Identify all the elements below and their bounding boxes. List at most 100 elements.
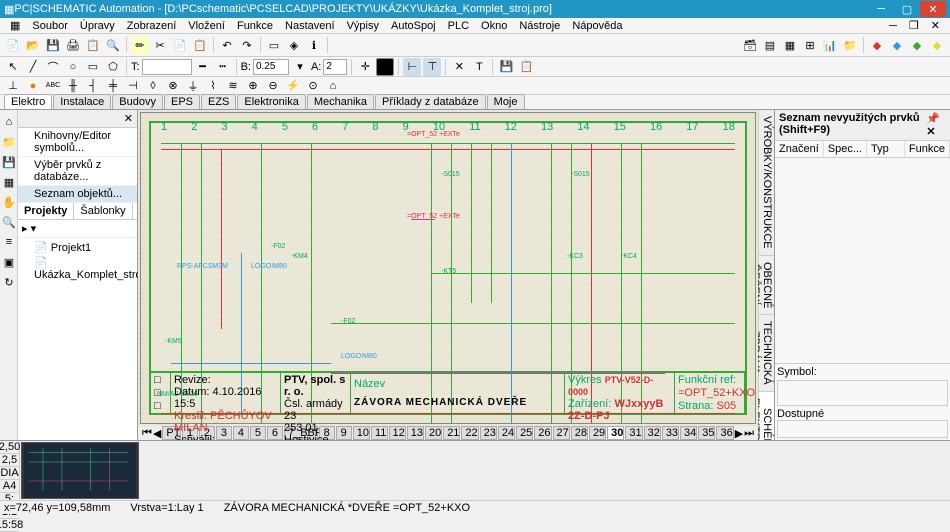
cut-icon[interactable]: ✂ xyxy=(151,36,169,54)
doc-minimize[interactable]: ─ xyxy=(883,20,903,32)
rtab-technicka[interactable]: TECHNICKÁ ZPRÁVA xyxy=(759,315,774,392)
sym-6[interactable]: ╪ xyxy=(104,77,122,95)
crosshair-icon[interactable]: ✛ xyxy=(356,58,374,76)
input-T[interactable] xyxy=(142,59,192,75)
input-B[interactable] xyxy=(253,59,289,75)
sym-7[interactable]: ⊣ xyxy=(124,77,142,95)
sym-11[interactable]: ⌇ xyxy=(204,77,222,95)
linestyle-solid-icon[interactable]: ━ xyxy=(194,58,212,76)
tab-elektronika[interactable]: Elektronika xyxy=(237,94,305,109)
info-icon[interactable]: ℹ xyxy=(305,36,323,54)
tree-toggle-icon[interactable]: ▸ xyxy=(22,223,28,235)
page-tab[interactable]: 33 xyxy=(662,426,679,440)
grid-icon[interactable]: ▦ xyxy=(781,36,799,54)
diamond-green-icon[interactable]: ◆ xyxy=(908,36,926,54)
page-tab[interactable]: 29 xyxy=(589,426,606,440)
copy-icon[interactable]: 📄 xyxy=(171,36,189,54)
tab-ezs[interactable]: EZS xyxy=(201,94,236,109)
sym-8[interactable]: ◊ xyxy=(144,77,162,95)
diamond-red-icon[interactable]: ◆ xyxy=(868,36,886,54)
sym-15[interactable]: ⚡ xyxy=(284,77,302,95)
doc-close[interactable]: ✕ xyxy=(925,19,946,32)
area-icon[interactable]: ▭ xyxy=(265,36,283,54)
side-close-icon[interactable]: ✕ xyxy=(124,112,133,125)
lt-grid-icon[interactable]: ▦ xyxy=(1,174,17,190)
lt-layers-icon[interactable]: ≡ xyxy=(1,234,17,250)
page-tab[interactable]: 20 xyxy=(425,426,442,440)
page-tab[interactable]: 10 xyxy=(353,426,370,440)
menu-soubor[interactable]: Soubor xyxy=(26,20,73,32)
sym-13[interactable]: ⊕ xyxy=(244,77,262,95)
lt-disk-icon[interactable]: 💾 xyxy=(1,154,17,170)
menu-nastroje[interactable]: Nástroje xyxy=(513,20,566,32)
sym-16[interactable]: ⊙ xyxy=(304,77,322,95)
rtab-vyrobky[interactable]: VÝROBKY/KONSTRUKCE xyxy=(759,110,774,256)
sym-3[interactable]: ABC xyxy=(44,77,62,95)
side-tab-sablonky[interactable]: Šablonky xyxy=(74,203,132,219)
menu-funkce[interactable]: Funkce xyxy=(231,20,279,32)
maximize-button[interactable]: ▢ xyxy=(894,1,920,17)
col-typ[interactable]: Typ xyxy=(867,141,905,157)
sym-2[interactable]: ● xyxy=(24,77,42,95)
arc-icon[interactable]: ⌒ xyxy=(44,58,62,76)
tab-eps[interactable]: EPS xyxy=(164,94,200,109)
sym-10[interactable]: ⏚ xyxy=(184,77,202,95)
menu-nastaveni[interactable]: Nastavení xyxy=(279,20,341,32)
page-thumbnail[interactable] xyxy=(21,442,139,499)
tab-mechanika[interactable]: Mechanika xyxy=(307,94,374,109)
side-tab-projekty[interactable]: Projekty xyxy=(18,203,74,219)
side-item-knihovny[interactable]: Knihovny/Editor symbolů... xyxy=(18,128,137,157)
tab-elektro[interactable]: Elektro xyxy=(4,94,52,109)
snap-h-icon[interactable]: ⊢ xyxy=(403,58,421,76)
minimize-button[interactable]: ─ xyxy=(868,1,894,17)
undo-icon[interactable]: ↶ xyxy=(218,36,236,54)
sym-4[interactable]: ╫ xyxy=(64,77,82,95)
new-icon[interactable]: 📄 xyxy=(4,36,22,54)
page-tab[interactable]: 21 xyxy=(443,426,460,440)
rect-icon[interactable]: ▭ xyxy=(84,58,102,76)
side-item-vyber[interactable]: Výběr prvků z databáze... xyxy=(18,157,137,186)
page-last-icon[interactable]: ⏭ xyxy=(744,427,754,440)
dropdown-icon[interactable]: ▾ xyxy=(291,58,309,76)
close-button[interactable]: ✕ xyxy=(920,1,946,17)
menu-vypisy[interactable]: Výpisy xyxy=(341,20,385,32)
sym-17[interactable]: ⌂ xyxy=(324,77,342,95)
page-next-icon[interactable]: ▶ xyxy=(735,427,743,440)
rp-close-icon[interactable]: ✕ xyxy=(926,126,935,138)
page-tab[interactable]: 22 xyxy=(461,426,478,440)
page-tab[interactable]: 35 xyxy=(698,426,715,440)
lt-hand-icon[interactable]: ✋ xyxy=(1,194,17,210)
col-funkce[interactable]: Funkce xyxy=(905,141,950,157)
color-swatch[interactable] xyxy=(376,58,394,76)
page-tab[interactable]: 28 xyxy=(571,426,588,440)
lt-chip-icon[interactable]: ▣ xyxy=(1,254,17,270)
tab-budovy[interactable]: Budovy xyxy=(112,94,163,109)
tree-nav-icon[interactable]: ▾ xyxy=(31,223,37,235)
lt-refresh-icon[interactable]: ↻ xyxy=(1,274,17,290)
folder-icon[interactable]: 📁 xyxy=(841,36,859,54)
diamond-blue-icon[interactable]: ◆ xyxy=(888,36,906,54)
page-tab[interactable]: 11 xyxy=(371,426,388,440)
lt-zoom-icon[interactable]: 🔍 xyxy=(1,214,17,230)
page-tab[interactable]: 24 xyxy=(498,426,515,440)
menu-autospoj[interactable]: AutoSpoj xyxy=(385,20,442,32)
page-tab[interactable]: 27 xyxy=(553,426,570,440)
col-znaceni[interactable]: Značení xyxy=(775,141,824,157)
page-prev-icon[interactable]: ◀ xyxy=(153,427,161,440)
menu-vlozeni[interactable]: Vložení xyxy=(182,20,231,32)
disk-icon[interactable]: 💾 xyxy=(497,58,515,76)
menu-zobrazeni[interactable]: Zobrazení xyxy=(121,20,183,32)
tree-item-projekt1[interactable]: 📄 Projekt1 xyxy=(20,240,135,255)
lt-home-icon[interactable]: ⌂ xyxy=(1,114,17,130)
clipboard-icon[interactable]: 📋 xyxy=(517,58,535,76)
list-icon[interactable]: ▤ xyxy=(761,36,779,54)
sym-9[interactable]: ⊗ xyxy=(164,77,182,95)
select-icon[interactable]: ↖ xyxy=(4,58,22,76)
db-icon[interactable]: 🗃 xyxy=(741,36,759,54)
linestyle-dash-icon[interactable]: ┅ xyxy=(214,58,232,76)
menu-okno[interactable]: Okno xyxy=(475,20,513,32)
pencil-icon[interactable]: ✏ xyxy=(131,36,149,54)
page-first-icon[interactable]: ⏮ xyxy=(142,427,152,440)
object-icon[interactable]: ◈ xyxy=(285,36,303,54)
rp-pin-icon[interactable]: 📌 xyxy=(926,113,940,125)
